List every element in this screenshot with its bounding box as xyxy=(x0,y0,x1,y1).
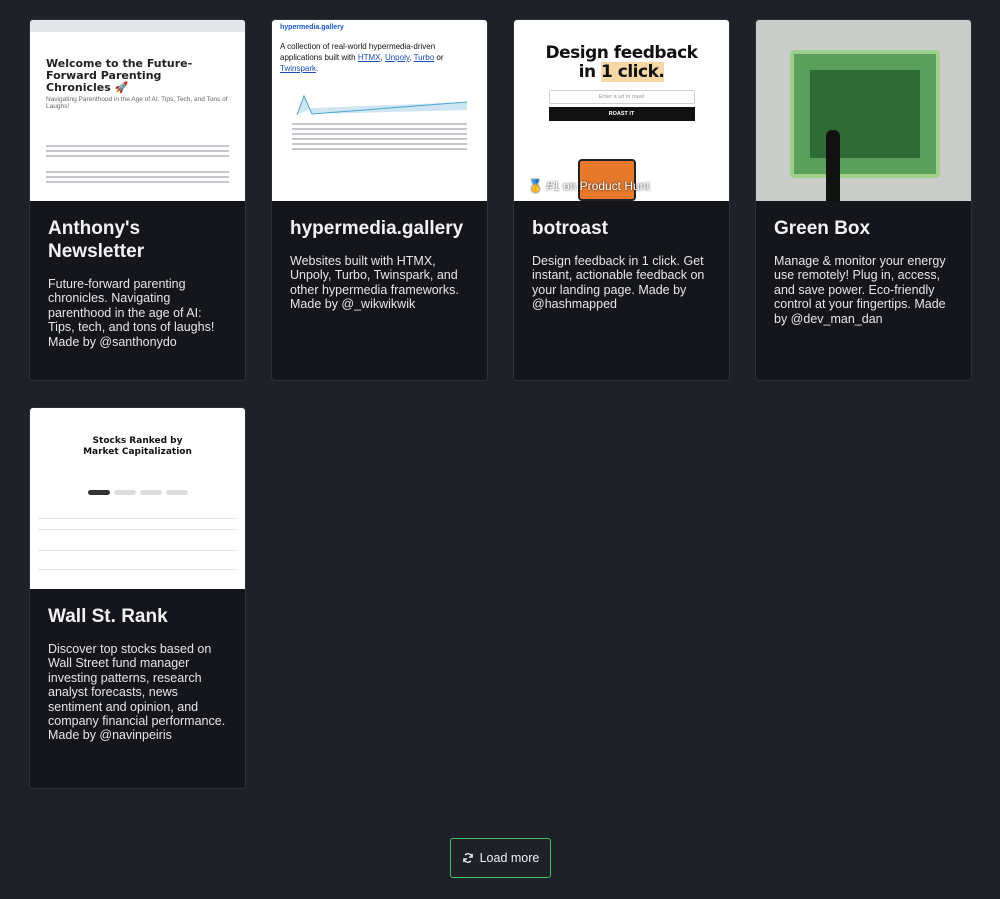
chart-graphic xyxy=(296,94,468,116)
product-hunt-badge: 🥇 #1 on Product Hunt xyxy=(528,179,650,193)
project-title[interactable]: Anthony's Newsletter xyxy=(48,217,227,263)
thumbnail-roast-button: ROAST IT xyxy=(548,107,695,121)
load-more-label: Load more xyxy=(479,851,540,865)
project-title[interactable]: Wall St. Rank xyxy=(48,605,227,628)
project-title[interactable]: hypermedia.gallery xyxy=(290,217,469,240)
project-description: Websites built with HTMX, Unpoly, Turbo,… xyxy=(290,254,459,312)
project-card-botroast[interactable]: Design feedback in 1 click. Enter a url … xyxy=(513,19,730,381)
thumbnail-heading: Welcome to the Future-Forward Parenting … xyxy=(46,57,193,94)
project-description: Future-forward parenting chronicles. Nav… xyxy=(48,277,215,349)
project-description: Manage & monitor your energy use remotel… xyxy=(774,254,946,326)
load-more-button[interactable]: Load more xyxy=(450,838,551,878)
project-thumbnail[interactable]: Stocks Ranked by Market Capitalization xyxy=(30,408,245,589)
green-box-device-photo xyxy=(790,50,940,178)
project-thumbnail[interactable] xyxy=(756,20,971,201)
project-thumbnail[interactable]: Design feedback in 1 click. Enter a url … xyxy=(514,20,729,201)
project-card-hypermedia-gallery[interactable]: hypermedia.gallery A collection of real-… xyxy=(271,19,488,381)
refresh-icon xyxy=(462,853,473,863)
project-title[interactable]: botroast xyxy=(532,217,711,240)
thumbnail-heading: A collection of real-world hypermedia-dr… xyxy=(280,42,444,73)
thumbnail-heading: Design feedback in 1 click. xyxy=(545,43,698,82)
project-thumbnail[interactable]: hypermedia.gallery A collection of real-… xyxy=(272,20,487,201)
thumbnail-url-input: Enter a url to roast xyxy=(548,90,695,104)
thumbnail-logo: hypermedia.gallery xyxy=(280,24,344,31)
project-description: Design feedback in 1 click. Get instant,… xyxy=(532,254,705,312)
project-card-wall-st-rank[interactable]: Stocks Ranked by Market Capitalization W… xyxy=(29,407,246,789)
project-card-green-box[interactable]: Green Box Manage & monitor your energy u… xyxy=(755,19,972,381)
power-cable-graphic xyxy=(826,130,840,201)
thumbnail-heading: Stocks Ranked by Market Capitalization xyxy=(83,436,192,457)
project-description: Discover top stocks based on Wall Street… xyxy=(48,642,226,743)
thumbnail-subheading: Navigating Parenthood in the Age of AI: … xyxy=(46,96,228,110)
project-card-anthonys-newsletter[interactable]: Welcome to the Future-Forward Parenting … xyxy=(29,19,246,381)
project-grid: Welcome to the Future-Forward Parenting … xyxy=(0,0,1000,899)
project-title[interactable]: Green Box xyxy=(774,217,953,240)
project-thumbnail[interactable]: Welcome to the Future-Forward Parenting … xyxy=(30,20,245,201)
